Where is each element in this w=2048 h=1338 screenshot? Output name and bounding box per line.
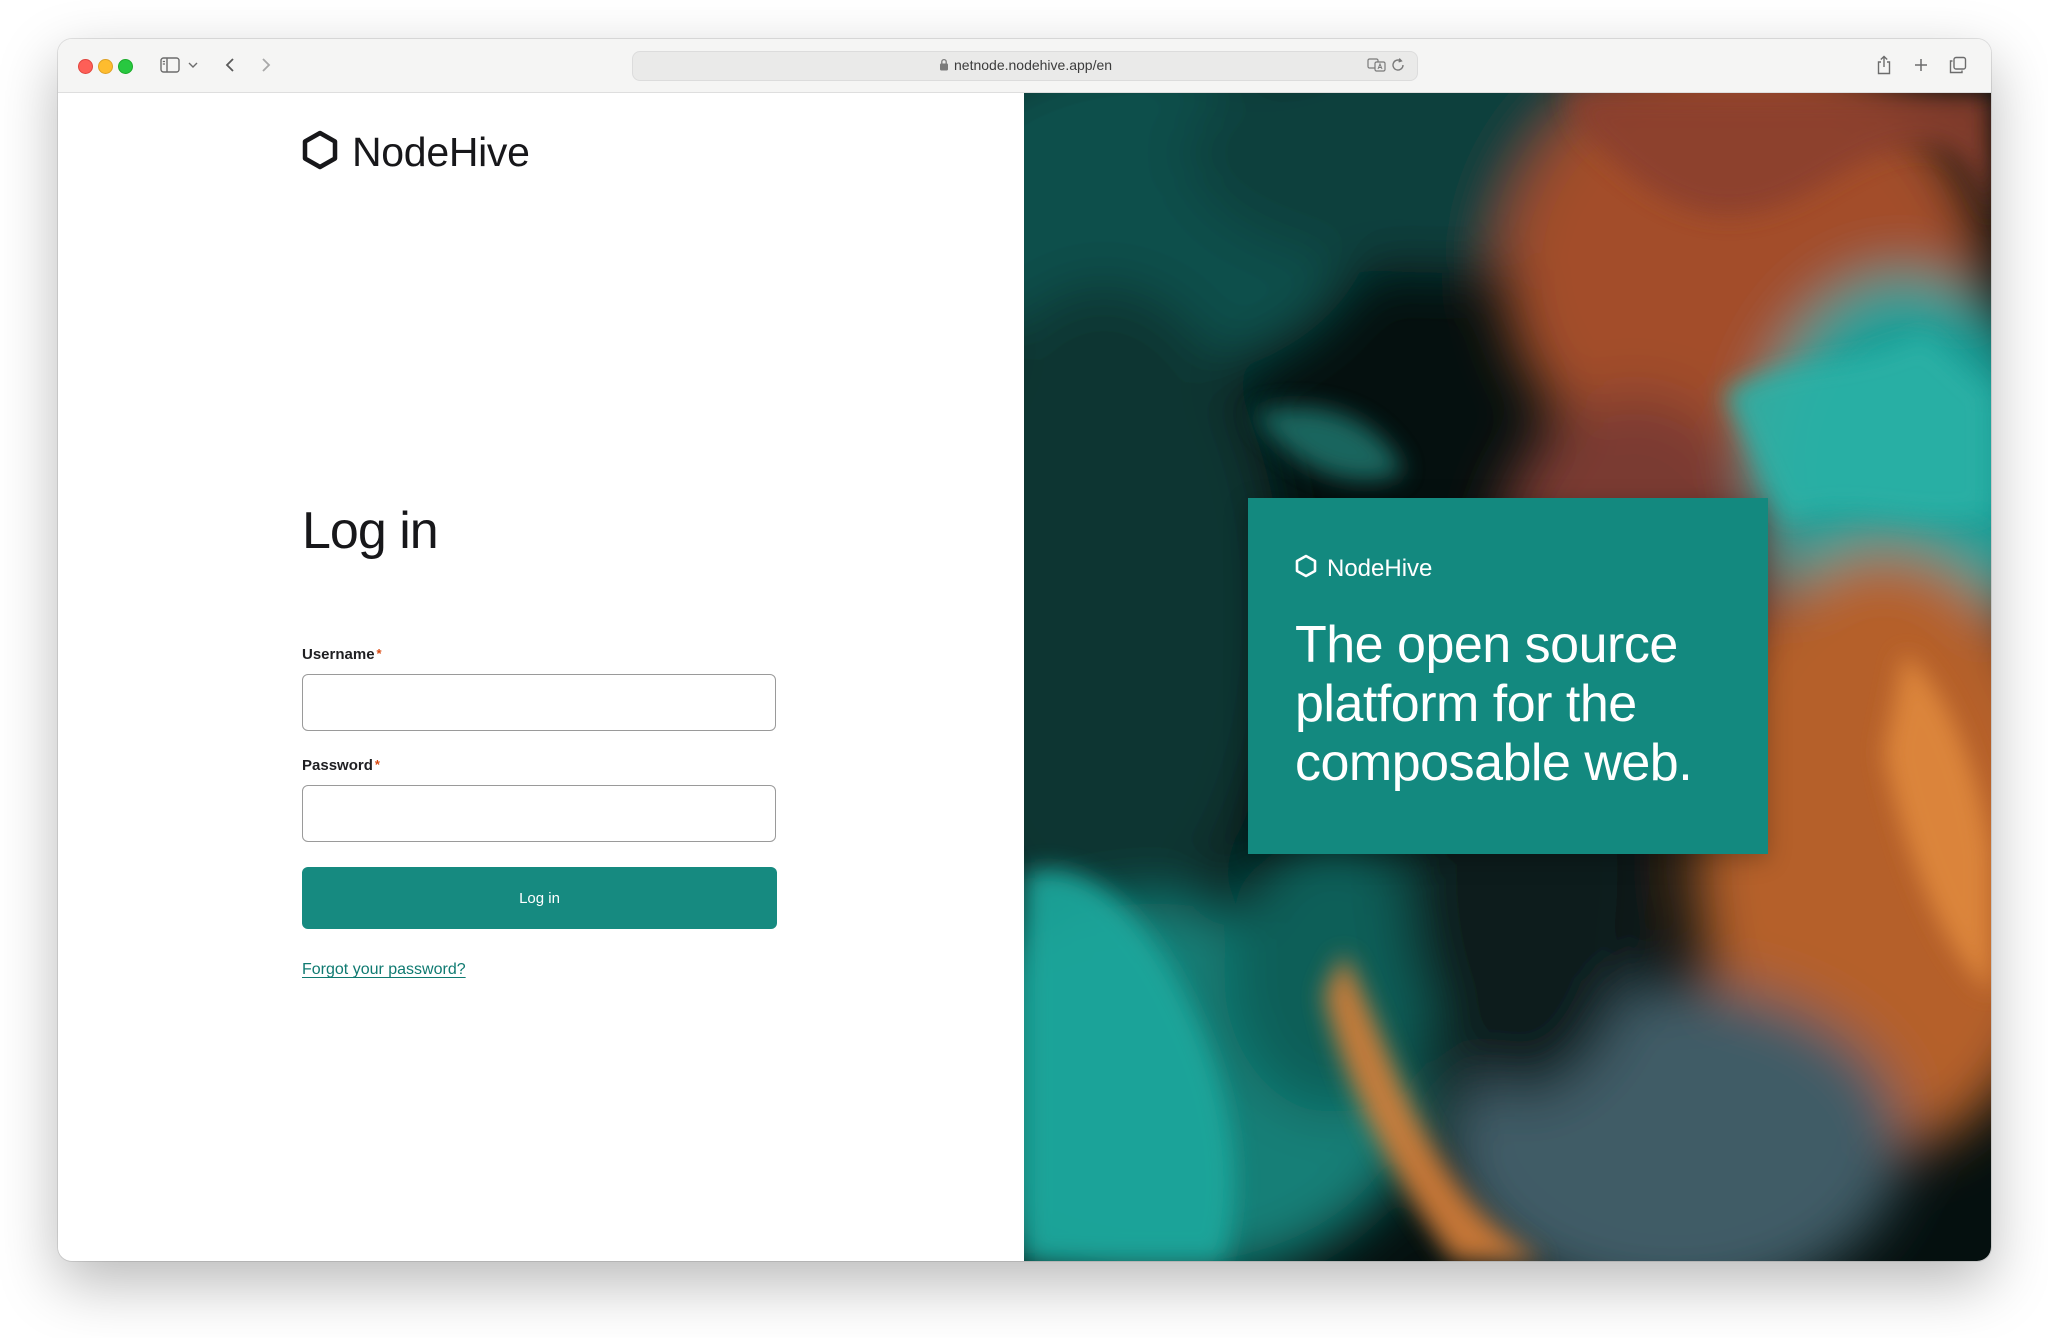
password-label: Password * <box>302 757 380 774</box>
required-marker: * <box>376 646 382 661</box>
back-icon[interactable] <box>222 53 238 77</box>
address-bar[interactable]: netnode.nodehive.app/en <box>632 51 1418 81</box>
browser-toolbar: netnode.nodehive.app/en <box>58 39 1991 93</box>
username-label-text: Username <box>302 646 375 663</box>
password-input[interactable] <box>302 785 776 842</box>
address-url: netnode.nodehive.app/en <box>954 57 1113 73</box>
new-tab-icon[interactable] <box>1911 53 1931 77</box>
page-title: Log in <box>302 502 439 560</box>
share-icon[interactable] <box>1874 53 1894 77</box>
password-label-text: Password <box>302 757 373 774</box>
login-panel: NodeHive Log in Username * Password * Log … <box>58 93 1024 1261</box>
sidebar-icon[interactable] <box>158 53 182 77</box>
close-window-button[interactable] <box>78 59 93 74</box>
promo-brand-name: NodeHive <box>1327 554 1433 582</box>
minimize-window-button[interactable] <box>98 59 113 74</box>
forward-icon[interactable] <box>258 53 274 77</box>
hero-panel: NodeHive The open source platform for th… <box>1024 93 1991 1261</box>
brand-logo[interactable]: NodeHive <box>302 129 530 176</box>
reload-icon[interactable] <box>1390 57 1406 78</box>
lock-icon <box>939 58 949 76</box>
translate-icon[interactable] <box>1367 57 1387 78</box>
brand-name: NodeHive <box>352 129 530 175</box>
chevron-down-icon[interactable] <box>186 53 200 77</box>
required-marker: * <box>374 757 380 772</box>
hexagon-icon <box>1295 554 1317 583</box>
promo-brand: NodeHive <box>1295 554 1432 583</box>
promo-headline: The open source platform for the composa… <box>1295 616 1693 792</box>
login-button[interactable]: Log in <box>302 867 777 929</box>
username-input[interactable] <box>302 674 776 731</box>
username-label: Username * <box>302 646 382 663</box>
forgot-password-link[interactable]: Forgot your password? <box>302 961 466 979</box>
browser-window: netnode.nodehive.app/en NodeHive Log in <box>58 39 1991 1261</box>
zoom-window-button[interactable] <box>118 59 133 74</box>
hexagon-icon <box>302 130 338 175</box>
promo-card: NodeHive The open source platform for th… <box>1248 498 1768 854</box>
tabs-overview-icon[interactable] <box>1948 53 1968 77</box>
